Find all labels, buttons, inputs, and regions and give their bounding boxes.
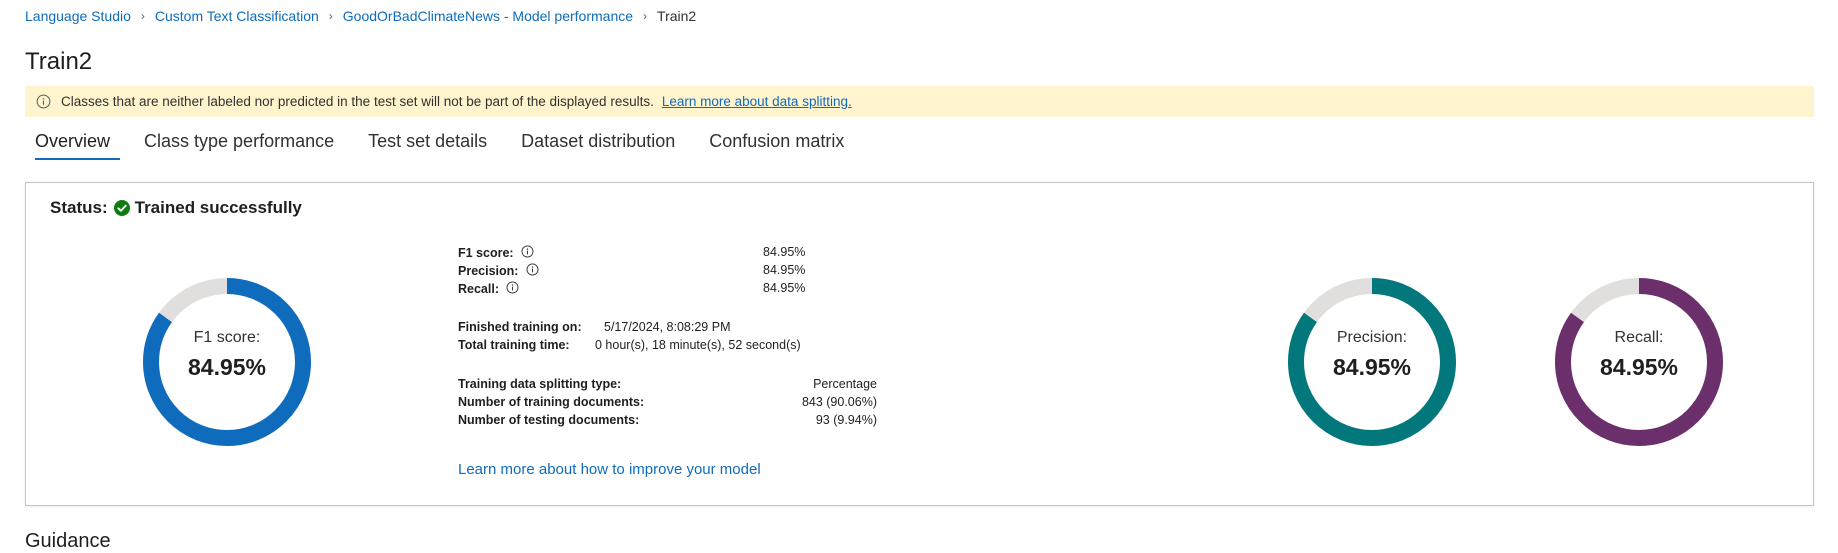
overview-card: Status: Trained successfully F1 score: 8…: [25, 182, 1814, 506]
info-icon[interactable]: [526, 263, 539, 276]
split-type-label: Training data splitting type:: [458, 377, 622, 391]
metric-recall-row: Recall:: [458, 281, 519, 299]
donut-value: 84.95%: [1599, 354, 1678, 380]
f1-score-donut: F1 score: 84.95%: [143, 278, 311, 446]
metric-recall-value: 84.95%: [763, 281, 806, 295]
metric-f1-label: F1 score:: [458, 246, 514, 260]
breadcrumb-current: Train2: [657, 8, 697, 24]
metric-precision-label: Precision:: [458, 264, 519, 278]
status: Status: Trained successfully: [50, 198, 302, 218]
status-label: Status:: [50, 198, 108, 217]
data-splitting-link[interactable]: Learn more about data splitting.: [662, 94, 852, 109]
donut-label: Precision:: [1336, 329, 1408, 346]
donut-value: 84.95%: [1332, 354, 1411, 380]
metric-f1-value: 84.95%: [763, 245, 806, 259]
breadcrumb-language-studio[interactable]: Language Studio: [25, 8, 131, 24]
info-icon[interactable]: [506, 281, 519, 294]
metric-precision-value: 84.95%: [763, 263, 806, 277]
breadcrumb: Language Studio › Custom Text Classifica…: [25, 8, 696, 24]
finished-training-label: Finished training on:: [458, 320, 582, 334]
finished-training-value: 5/17/2024, 8:08:29 PM: [604, 320, 731, 334]
chevron-right-icon: ›: [140, 9, 145, 23]
chevron-right-icon: ›: [643, 9, 648, 23]
tab-class-type-performance[interactable]: Class type performance: [134, 128, 344, 162]
precision-donut: Precision: 84.95%: [1288, 278, 1456, 446]
recall-donut: Recall: 84.95%: [1555, 278, 1723, 446]
banner-text: Classes that are neither labeled nor pre…: [61, 94, 654, 109]
metric-precision-row: Precision:: [458, 263, 539, 281]
metric-recall-label: Recall:: [458, 282, 499, 296]
checkmark-circle-icon: [113, 200, 130, 216]
tab-list: Overview Class type performance Test set…: [25, 128, 868, 164]
breadcrumb-custom-text-classification[interactable]: Custom Text Classification: [155, 8, 319, 24]
page-title: Train2: [25, 48, 93, 75]
donut-label: F1 score:: [193, 329, 261, 346]
improve-model-link[interactable]: Learn more about how to improve your mod…: [458, 461, 761, 478]
split-type-value: Percentage: [813, 377, 877, 391]
total-training-time-label: Total training time:: [458, 338, 570, 352]
training-docs-value: 843 (90.06%): [801, 395, 877, 409]
testing-docs-value: 93 (9.94%): [815, 413, 877, 427]
info-banner: Classes that are neither labeled nor pre…: [25, 86, 1814, 117]
chevron-right-icon: ›: [328, 9, 333, 23]
info-icon: [36, 94, 51, 109]
donut-label: Recall:: [1614, 329, 1664, 346]
training-docs-label: Number of training documents:: [458, 395, 645, 409]
tab-dataset-distribution[interactable]: Dataset distribution: [511, 128, 685, 162]
total-training-time-value: 0 hour(s), 18 minute(s), 52 second(s): [595, 338, 801, 352]
info-icon[interactable]: [521, 245, 534, 258]
breadcrumb-model-performance[interactable]: GoodOrBadClimateNews - Model performance: [343, 8, 633, 24]
tab-overview[interactable]: Overview: [25, 128, 121, 162]
donut-value: 84.95%: [187, 354, 266, 380]
testing-docs-label: Number of testing documents:: [458, 413, 640, 427]
status-value: Trained successfully: [134, 198, 302, 217]
tab-confusion-matrix[interactable]: Confusion matrix: [699, 128, 854, 162]
metric-f1-row: F1 score:: [458, 245, 534, 263]
tab-test-set-details[interactable]: Test set details: [358, 128, 497, 162]
guidance-heading: Guidance: [25, 530, 111, 552]
